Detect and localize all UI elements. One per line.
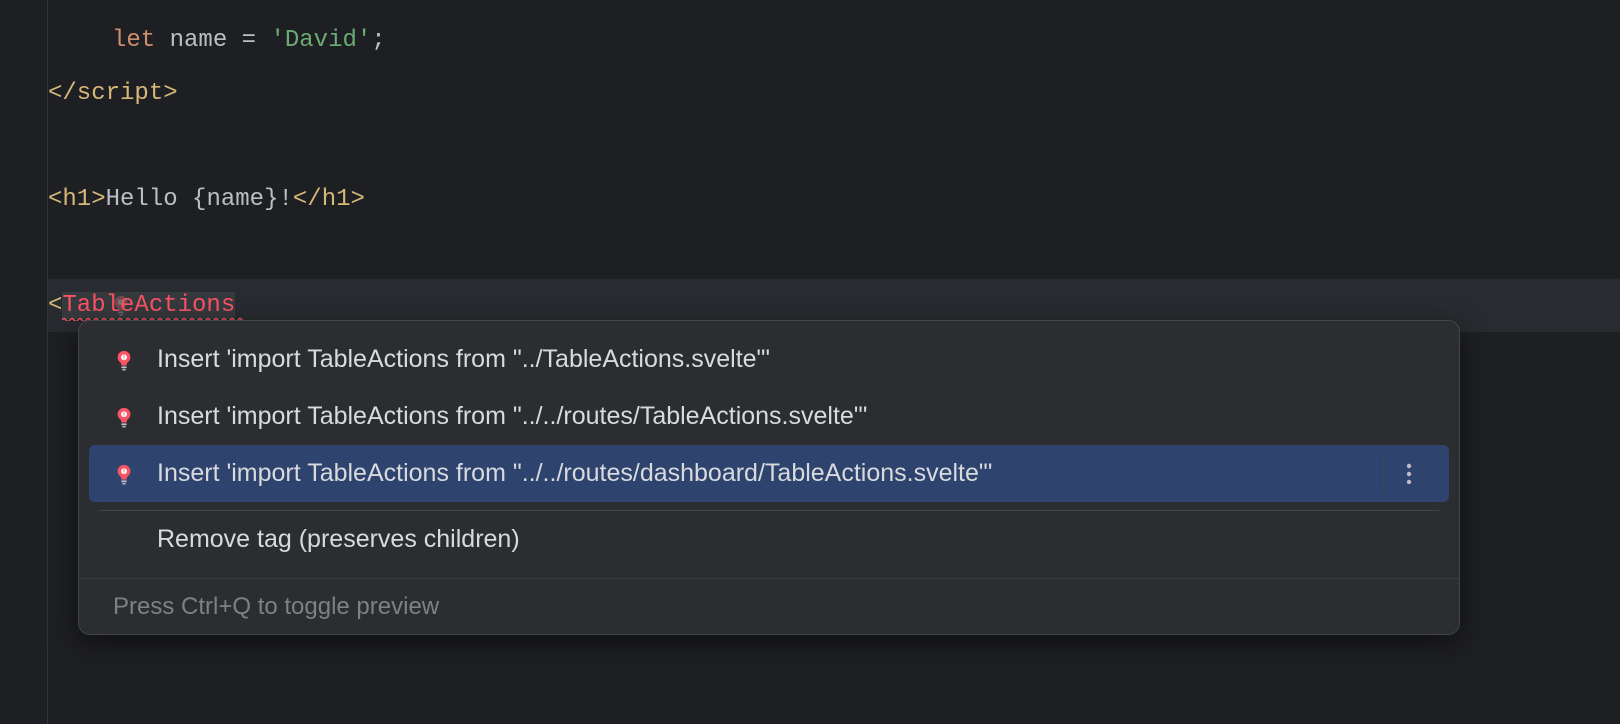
intention-actions-popup[interactable]: ! Insert 'import TableActions from "../T… — [78, 320, 1460, 635]
svg-text:!: ! — [123, 412, 125, 418]
intention-item[interactable]: ! Insert 'import TableActions from "../.… — [89, 388, 1449, 445]
tag-gt: > — [91, 186, 105, 213]
tag-h1: h1 — [62, 186, 91, 213]
tag-h1-close: h1 — [322, 186, 351, 213]
intention-item[interactable]: ! Insert 'import TableActions from "../T… — [89, 331, 1449, 388]
code-line[interactable]: </script> — [48, 67, 1620, 120]
string-literal: 'David' — [270, 27, 371, 54]
tag-gt-close: > — [351, 186, 365, 213]
lbrace: { — [192, 186, 206, 213]
operator-eq: = — [227, 27, 270, 54]
intention-item-label: Insert 'import TableActions from "../Tab… — [157, 345, 1433, 374]
keyword-let: let — [112, 27, 155, 54]
tag-error-name: TableActions — [62, 292, 235, 319]
rbrace: } — [264, 186, 278, 213]
code-line[interactable]: <h1>Hello {name}!</h1> — [48, 173, 1620, 226]
text-hello: Hello — [106, 186, 192, 213]
svg-text:!: ! — [123, 355, 125, 361]
tag-lt: < — [48, 292, 62, 319]
code-line[interactable]: let name = 'David'; — [48, 14, 1620, 67]
intention-item-label: Insert 'import TableActions from "../../… — [157, 459, 1371, 488]
expr-var: name — [206, 186, 264, 213]
popup-footer-hint: Press Ctrl+Q to toggle preview — [79, 578, 1459, 634]
tag-lt: < — [48, 186, 62, 213]
identifier: name — [170, 27, 228, 54]
bulb-error-icon: ! — [113, 406, 135, 428]
intention-list: ! Insert 'import TableActions from "../T… — [79, 321, 1459, 568]
semicolon: ; — [371, 27, 385, 54]
kebab-menu-icon — [1406, 463, 1412, 485]
editor-gutter — [0, 0, 48, 724]
code-line-bulb[interactable]: ! — [48, 226, 1620, 279]
code-line-blank[interactable] — [48, 120, 1620, 173]
text-bang: ! — [278, 186, 292, 213]
intention-item-label: Remove tag (preserves children) — [157, 525, 1433, 554]
bulb-error-icon: ! — [113, 349, 135, 371]
more-actions-button[interactable] — [1383, 454, 1433, 494]
bulb-error-icon: ! — [113, 463, 135, 485]
intention-item-selected[interactable]: ! Insert 'import TableActions from "../.… — [89, 445, 1449, 502]
tag-close-lt: </ — [293, 186, 322, 213]
svg-text:!: ! — [123, 469, 125, 475]
tag-gt: > — [163, 80, 177, 107]
intention-item[interactable]: Remove tag (preserves children) — [89, 511, 1449, 568]
tag-close-script: </script — [48, 80, 163, 107]
intention-item-label: Insert 'import TableActions from "../../… — [157, 402, 1433, 431]
